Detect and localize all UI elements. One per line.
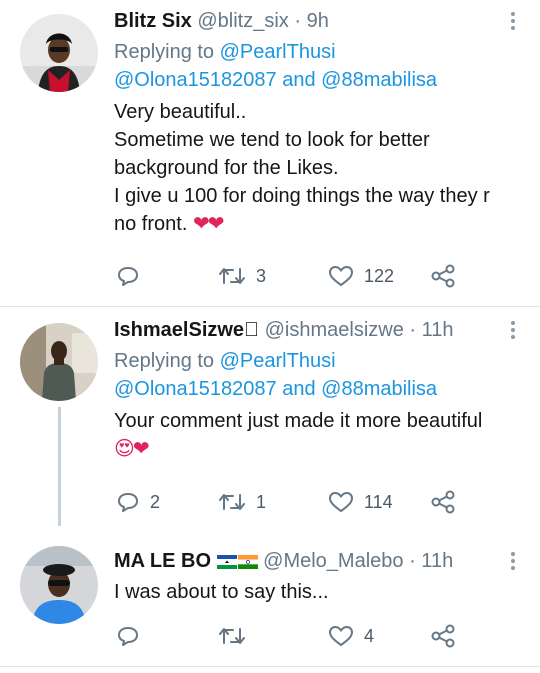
- text-line: Your comment just made it more beautiful: [114, 410, 483, 432]
- heart-icon: [329, 492, 353, 512]
- text-line: I was about to say this...: [114, 581, 329, 603]
- handle[interactable]: @blitz_six: [197, 10, 288, 32]
- mention-link[interactable]: @PearlThusi: [220, 350, 336, 372]
- mention-link[interactable]: @88mabilisa: [321, 69, 437, 91]
- display-name[interactable]: IshmaelSizwe: [114, 319, 259, 341]
- share-icon: [431, 624, 455, 648]
- tweet[interactable]: MA LE BO @Melo_Malebo · 11h I was about …: [0, 526, 540, 666]
- avatar[interactable]: [20, 323, 98, 401]
- mention-link[interactable]: @Olona15182087: [114, 69, 277, 91]
- avatar[interactable]: [20, 14, 98, 92]
- share-icon: [431, 490, 455, 514]
- retweet-icon: [219, 628, 245, 644]
- replying-to: Replying to @PearlThusi @Olona15182087 a…: [114, 347, 524, 403]
- reply-button[interactable]: 2: [116, 488, 160, 516]
- replying-prefix: Replying to: [114, 350, 220, 372]
- text-line: background for the Likes.: [114, 157, 339, 179]
- retweet-icon: [219, 268, 245, 284]
- reply-button[interactable]: [116, 262, 150, 290]
- display-name[interactable]: MA LE BO: [114, 550, 211, 572]
- tweet-text: I was about to say this...: [114, 578, 524, 606]
- reply-icon: [118, 493, 138, 512]
- handle[interactable]: @ishmaelsizwe: [265, 319, 404, 341]
- like-button[interactable]: 4: [328, 622, 374, 650]
- reply-icon: [118, 627, 138, 646]
- emoji: 😍❤: [114, 438, 150, 460]
- retweet-button[interactable]: 1: [218, 488, 266, 516]
- reply-button[interactable]: [116, 622, 150, 650]
- thread-line: [58, 407, 61, 526]
- replying-to: Replying to @PearlThusi @Olona15182087 a…: [114, 38, 524, 94]
- heart-icon: [329, 626, 353, 646]
- mention-link[interactable]: @Olona15182087: [114, 378, 277, 400]
- retweet-count: 3: [256, 265, 267, 286]
- tweet-text: Your comment just made it more beautiful…: [114, 407, 524, 463]
- divider: [0, 666, 540, 667]
- text-line: I give u 100 for doing things the way th…: [114, 185, 490, 207]
- flag-india-icon: [237, 550, 258, 576]
- handle[interactable]: @Melo_Malebo: [263, 550, 403, 572]
- retweet-button[interactable]: [218, 622, 256, 650]
- heart-emoji: ❤❤: [192, 213, 224, 235]
- mention-link[interactable]: @88mabilisa: [321, 378, 437, 400]
- avatar[interactable]: [20, 546, 98, 624]
- reply-icon: [118, 267, 138, 286]
- tweet[interactable]: IshmaelSizwe⃞ @ishmaelsizwe · 11h Replyi…: [0, 307, 540, 526]
- text-line: Very beautiful..: [114, 101, 247, 123]
- text-line: Sometime we tend to look for better: [114, 129, 430, 151]
- timestamp[interactable]: · 11h: [409, 319, 453, 341]
- display-name[interactable]: Blitz Six: [114, 10, 192, 32]
- tweet[interactable]: Blitz Six @blitz_six · 9h Replying to @P…: [0, 0, 540, 306]
- more-vertical-icon[interactable]: [502, 548, 524, 574]
- share-button[interactable]: [430, 622, 456, 650]
- like-count: 114: [364, 491, 393, 512]
- replying-prefix: Replying to: [114, 41, 220, 63]
- text-line: no front.: [114, 213, 188, 235]
- more-vertical-icon[interactable]: [502, 8, 524, 34]
- retweet-button[interactable]: 3: [218, 262, 266, 290]
- like-button[interactable]: 114: [328, 488, 393, 516]
- heart-icon: [329, 266, 353, 286]
- like-count: 122: [364, 265, 395, 286]
- tweet-text: Very beautiful.. Sometime we tend to loo…: [114, 98, 524, 238]
- share-button[interactable]: [430, 488, 456, 516]
- mention-link[interactable]: @PearlThusi: [220, 41, 336, 63]
- like-button[interactable]: 122: [328, 262, 394, 290]
- replying-and: and: [276, 378, 322, 400]
- more-vertical-icon[interactable]: [502, 317, 524, 343]
- reply-count: 2: [150, 491, 161, 512]
- share-button[interactable]: [430, 262, 456, 290]
- retweet-count: 1: [256, 491, 267, 512]
- replying-and: and: [276, 69, 322, 91]
- like-count: 4: [364, 625, 375, 646]
- share-icon: [431, 264, 455, 288]
- flag-lesotho-icon: [216, 550, 237, 576]
- timestamp[interactable]: · 11h: [409, 550, 453, 572]
- retweet-icon: [219, 494, 245, 510]
- timestamp[interactable]: · 9h: [294, 10, 328, 32]
